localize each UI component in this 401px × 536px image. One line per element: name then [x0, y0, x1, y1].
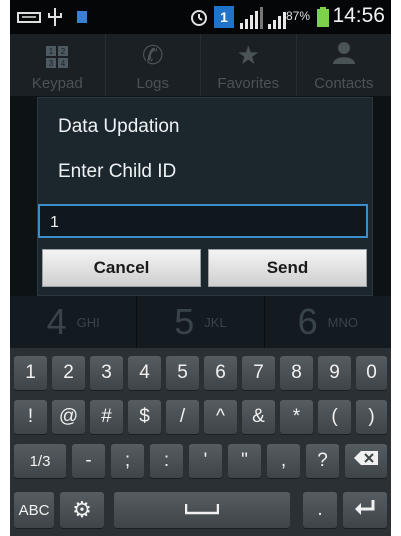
dial-key-letters: JKL — [204, 314, 227, 330]
key-question[interactable]: ? — [306, 444, 339, 478]
tab-label: Contacts — [314, 75, 374, 92]
tab-label: Favorites — [217, 75, 280, 92]
key-quote[interactable]: " — [228, 444, 261, 478]
badge-icon: 1 — [214, 6, 234, 28]
tab-label: Logs — [136, 75, 170, 92]
usb-icon — [46, 6, 64, 28]
status-bar: 1 87% 14:56 — [10, 0, 391, 34]
signal-icon — [240, 7, 263, 29]
logs-icon: ✆ — [141, 40, 164, 70]
dialog-title: Data Updation — [58, 116, 180, 137]
dialog-message: Enter Child ID — [58, 161, 177, 182]
key-4[interactable]: 4 — [128, 356, 161, 390]
dial-key-letters: MNO — [327, 314, 358, 330]
backspace-icon — [353, 450, 379, 472]
dial-key-4[interactable]: 4 GHI — [10, 296, 138, 348]
dial-key-digit: 5 — [174, 301, 195, 342]
key-7[interactable]: 7 — [242, 356, 275, 390]
enter-icon — [353, 498, 377, 522]
tab-contacts[interactable]: Contacts — [297, 34, 392, 96]
key-symbol-page[interactable]: 1/3 — [14, 444, 66, 478]
tab-favorites[interactable]: ★ Favorites — [201, 34, 297, 96]
key-6[interactable]: 6 — [204, 356, 237, 390]
tab-keypad[interactable]: 1 2 3 4 Keypad — [10, 34, 106, 96]
tab-bar: 1 2 3 4 Keypad ✆ Logs ★ Favorites Contac… — [10, 34, 391, 96]
key-exclamation[interactable]: ! — [14, 400, 47, 434]
status-time: 14:56 — [332, 4, 385, 27]
key-slash[interactable]: / — [166, 400, 199, 434]
key-hash[interactable]: # — [90, 400, 123, 434]
backspace-key[interactable] — [345, 444, 387, 478]
tab-logs[interactable]: ✆ Logs — [106, 34, 201, 96]
battery-icon — [316, 6, 330, 28]
dial-key-digit: 4 — [46, 301, 67, 342]
key-ampersand[interactable]: & — [242, 400, 275, 434]
dial-pad-row: 4 GHI 5 JKL 6 MNO — [10, 296, 391, 348]
key-caret[interactable]: ^ — [204, 400, 237, 434]
phone-screen: 1 87% 14:56 1 2 3 4 Keypad ✆ Logs ★ Favo… — [10, 0, 391, 536]
key-8[interactable]: 8 — [280, 356, 313, 390]
tab-label: Keypad — [31, 75, 83, 92]
enter-key[interactable] — [343, 492, 387, 528]
key-2[interactable]: 2 — [52, 356, 85, 390]
child-id-input[interactable]: 1 — [38, 204, 368, 238]
key-colon[interactable]: : — [150, 444, 183, 478]
key-semicolon[interactable]: ; — [111, 444, 144, 478]
battery-saver-icon — [76, 6, 88, 28]
cancel-button[interactable]: Cancel — [42, 249, 201, 287]
voicemail-icon — [16, 6, 42, 28]
keypad-icon: 1 2 3 4 — [10, 44, 105, 75]
contacts-icon — [297, 40, 392, 73]
dial-key-letters: GHI — [76, 314, 100, 330]
key-0[interactable]: 0 — [356, 356, 387, 390]
key-close-paren[interactable]: ) — [356, 400, 387, 434]
alarm-icon — [188, 6, 210, 28]
dial-key-digit: 6 — [297, 301, 318, 342]
space-icon — [184, 499, 220, 521]
dial-key-5[interactable]: 5 JKL — [137, 296, 265, 348]
key-comma[interactable]: , — [267, 444, 300, 478]
key-dollar[interactable]: $ — [128, 400, 161, 434]
key-abc[interactable]: ABC — [14, 492, 54, 528]
key-hyphen[interactable]: - — [72, 444, 105, 478]
gear-icon: ⚙ — [72, 497, 92, 522]
send-button[interactable]: Send — [208, 249, 367, 287]
key-open-paren[interactable]: ( — [318, 400, 351, 434]
star-icon: ★ — [236, 40, 260, 70]
settings-key[interactable]: ⚙ — [60, 492, 104, 528]
keypad-icon-digit-1: 1 — [49, 47, 54, 56]
keypad-icon-digit-4: 4 — [61, 59, 66, 68]
key-1[interactable]: 1 — [14, 356, 47, 390]
keypad-icon-digit-2: 2 — [61, 47, 66, 56]
data-updation-dialog: Data Updation Enter Child ID 1 Cancel Se… — [37, 97, 373, 296]
dial-key-6[interactable]: 6 MNO — [264, 296, 391, 348]
key-5[interactable]: 5 — [166, 356, 199, 390]
soft-keyboard: 1 2 3 4 5 6 7 8 9 0 ! @ # $ / ^ & * ( ) … — [10, 348, 391, 536]
signal-icon — [268, 7, 286, 29]
key-period[interactable]: . — [303, 492, 337, 528]
space-key[interactable] — [114, 492, 290, 528]
key-at[interactable]: @ — [52, 400, 85, 434]
key-apostrophe[interactable]: ' — [189, 444, 222, 478]
key-3[interactable]: 3 — [90, 356, 123, 390]
battery-percent: 87% — [286, 9, 311, 23]
keypad-icon-digit-3: 3 — [49, 59, 54, 68]
key-9[interactable]: 9 — [318, 356, 351, 390]
key-asterisk[interactable]: * — [280, 400, 313, 434]
